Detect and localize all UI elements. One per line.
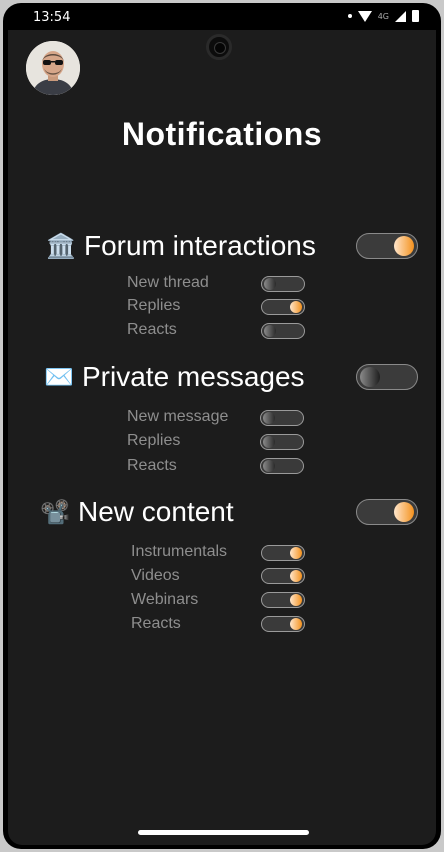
toggle-private-messages[interactable] bbox=[356, 364, 418, 390]
toggle-knob bbox=[263, 436, 275, 448]
toggle-knob bbox=[263, 460, 275, 472]
avatar[interactable] bbox=[26, 41, 80, 95]
section-label: New content bbox=[78, 496, 234, 527]
app-screen: Notifications 🏛️ Forum interactions New … bbox=[8, 30, 436, 845]
toggle-knob bbox=[290, 618, 302, 630]
toggle-knob bbox=[290, 547, 302, 559]
toggle-knob bbox=[264, 325, 276, 337]
page-title: Notifications bbox=[121, 116, 323, 152]
status-icons: 4G bbox=[347, 10, 419, 22]
classical-building-icon: 🏛️ bbox=[46, 232, 76, 260]
status-bar: 13:54 4G bbox=[3, 3, 441, 33]
toggle-videos[interactable] bbox=[261, 568, 305, 584]
battery-icon bbox=[412, 10, 419, 22]
toggle-new-thread[interactable] bbox=[261, 276, 305, 292]
signal-icon bbox=[395, 10, 406, 22]
network-type-label: 4G bbox=[377, 11, 389, 21]
toggle-knob bbox=[360, 367, 380, 387]
toggle-forum-reacts[interactable] bbox=[261, 323, 305, 339]
section-forum-interactions: 🏛️ Forum interactions bbox=[46, 230, 316, 262]
section-label: Forum interactions bbox=[84, 230, 316, 261]
wifi-icon bbox=[357, 10, 372, 22]
section-label: Private messages bbox=[82, 361, 305, 392]
toggle-knob bbox=[263, 412, 275, 424]
toggle-knob bbox=[290, 594, 302, 606]
toggle-forum-replies[interactable] bbox=[261, 299, 305, 315]
option-label-new-message: New message bbox=[127, 408, 229, 425]
toggle-knob bbox=[290, 570, 302, 582]
option-label-replies: Replies bbox=[127, 297, 181, 314]
toggle-new-message[interactable] bbox=[260, 410, 304, 426]
toggle-webinars[interactable] bbox=[261, 592, 305, 608]
toggle-pm-replies[interactable] bbox=[260, 434, 304, 450]
section-new-content: 📽️ New content bbox=[40, 496, 234, 528]
notification-dot-icon bbox=[347, 14, 352, 18]
option-label-reacts: Reacts bbox=[127, 321, 177, 338]
option-label-replies: Replies bbox=[127, 432, 181, 449]
phone-frame: 13:54 4G Notifications 🏛️ Forum interact… bbox=[3, 3, 441, 849]
section-private-messages: ✉️ Private messages bbox=[44, 361, 305, 393]
option-label-reacts: Reacts bbox=[131, 615, 181, 632]
avatar-photo bbox=[26, 41, 80, 95]
option-label-instrumentals: Instrumentals bbox=[131, 543, 228, 560]
toggle-knob bbox=[394, 502, 414, 522]
toggle-forum-interactions[interactable] bbox=[356, 233, 418, 259]
toggle-knob bbox=[394, 236, 414, 256]
toggle-pm-reacts[interactable] bbox=[260, 458, 304, 474]
toggle-knob bbox=[290, 301, 302, 313]
toggle-new-content[interactable] bbox=[356, 499, 418, 525]
option-label-reacts: Reacts bbox=[127, 457, 177, 474]
film-projector-icon: 📽️ bbox=[40, 498, 70, 526]
front-camera bbox=[206, 34, 232, 60]
option-label-new-thread: New thread bbox=[127, 274, 209, 291]
toggle-instrumentals[interactable] bbox=[261, 545, 305, 561]
option-label-videos: Videos bbox=[131, 567, 180, 584]
status-time: 13:54 bbox=[33, 10, 71, 25]
toggle-knob bbox=[264, 278, 276, 290]
toggle-content-reacts[interactable] bbox=[261, 616, 305, 632]
option-label-webinars: Webinars bbox=[131, 591, 199, 608]
home-indicator[interactable] bbox=[138, 830, 309, 835]
envelope-icon: ✉️ bbox=[44, 363, 74, 391]
